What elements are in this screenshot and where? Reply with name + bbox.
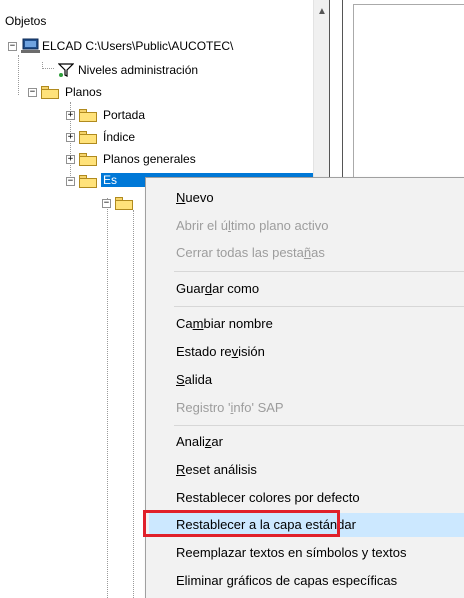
tree-line [133,210,134,598]
menu-item-salida[interactable]: Salida [149,368,464,392]
scroll-up-arrow-icon[interactable]: ▲ [314,4,330,20]
menu-item-cambiar-nombre[interactable]: Cambiar nombre [149,312,464,336]
menu-item-nuevo[interactable]: Nuevo [149,186,464,210]
collapse-icon[interactable]: − [66,177,75,186]
folder-open-icon [41,86,59,99]
filter-icon [57,62,75,81]
folder-open-icon [79,175,97,188]
folder-icon [79,131,97,144]
menu-item-restablecer-capa[interactable]: Restablecer a la capa estándar [149,513,464,537]
admin-levels-label: Niveles administración [78,63,199,77]
tree-node-root[interactable]: − ELCAD C:\Users\Public\AUCOTEC\ [4,37,309,55]
menu-item-registro-sap[interactable]: Registro 'info' SAP [149,396,464,420]
planos-label: Planos [65,85,102,99]
menu-item-reemplazar-textos[interactable]: Reemplazar textos en símbolos y textos [149,541,464,565]
folder-open-icon [115,197,133,210]
expand-icon[interactable]: + [66,111,75,120]
menu-item-restablecer-colores[interactable]: Restablecer colores por defecto [149,486,464,510]
collapse-icon[interactable]: − [102,199,111,208]
menu-separator [174,306,464,307]
context-menu: Nuevo Abrir el último plano activo Cerra… [145,177,464,598]
tree-line [18,55,19,95]
folder-icon [79,153,97,166]
menu-item-estado-revision[interactable]: Estado revisión [149,340,464,364]
expand-icon[interactable]: + [66,155,75,164]
menu-item-reset-analisis[interactable]: Reset análisis [149,458,464,482]
portada-label: Portada [103,108,146,122]
tree-line [42,68,54,69]
tree-header: Objetos [5,14,47,28]
collapse-icon[interactable]: − [8,42,17,51]
collapse-icon[interactable]: − [28,88,37,97]
root-label: ELCAD C:\Users\Public\AUCOTEC\ [42,39,234,53]
tree-line [107,198,108,598]
menu-separator [174,425,464,426]
menu-item-guardar-como[interactable]: Guardar como [149,277,464,301]
menu-item-eliminar-graficos[interactable]: Eliminar gráficos de capas específicas [149,569,464,593]
expand-icon[interactable]: + [66,133,75,142]
planos-generales-label: Planos generales [103,152,196,166]
computer-icon [21,38,41,57]
menu-item-abrir-ultimo[interactable]: Abrir el último plano activo [149,214,464,238]
menu-item-analizar[interactable]: Analizar [149,430,464,454]
folder-icon [79,109,97,122]
menu-item-cerrar-pestanas[interactable]: Cerrar todas las pestañas [149,241,464,265]
indice-label: Índice [103,130,136,144]
menu-separator [174,271,464,272]
